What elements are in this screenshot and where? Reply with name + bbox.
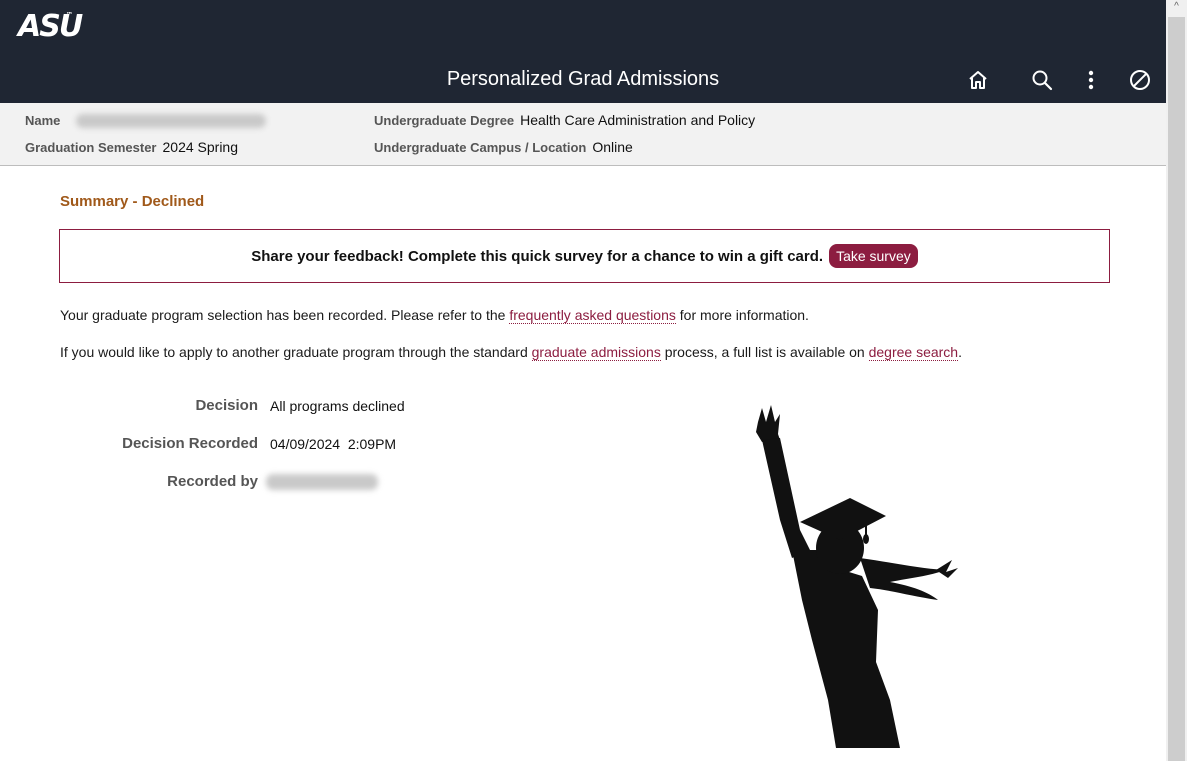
grad-semester-label: Graduation Semester: [25, 140, 157, 155]
redacted-name: [76, 114, 267, 129]
paragraph-text: process, a full list is available on: [660, 344, 869, 360]
recorded-by-value: [266, 473, 378, 491]
no-entry-icon[interactable]: [1128, 68, 1152, 92]
grad-semester-value: 2024 Spring: [162, 139, 239, 155]
redacted-recorder: [266, 473, 378, 490]
degree-search-link[interactable]: degree search: [868, 344, 959, 361]
app-title: Personalized Grad Admissions: [446, 68, 720, 90]
paragraph-text: for more information.: [675, 307, 809, 323]
ug-degree-value: Health Care Administration and Policy: [520, 112, 756, 128]
recorded-by-label: Recorded by: [167, 473, 258, 490]
graduate-admissions-link[interactable]: graduate admissions: [531, 344, 661, 361]
summary-title: Summary - Declined: [60, 193, 205, 210]
paragraph-text: If you would like to apply to another gr…: [60, 344, 532, 360]
ug-campus-row: Undergraduate Campus / Location Online: [374, 139, 633, 155]
decision-label: Decision: [195, 397, 258, 414]
paragraph-text: .: [958, 344, 962, 360]
scroll-up-arrow-icon[interactable]: ^: [1166, 0, 1187, 14]
ug-degree-row: Undergraduate Degree Health Care Administ…: [374, 112, 755, 128]
student-info-bar: Name Graduation Semester 2024 Spring Unde…: [0, 103, 1166, 166]
app-header: ASU ™ Personalized Grad Admissions: [0, 0, 1166, 103]
decision-recorded-value: 04/09/2024 2:09PM: [270, 436, 397, 452]
asu-logo[interactable]: ASU ™: [18, 9, 83, 44]
grad-semester-row: Graduation Semester 2024 Spring: [25, 139, 238, 155]
name-label: Name: [25, 113, 61, 128]
search-icon[interactable]: [1030, 68, 1054, 92]
graduate-silhouette-image: [740, 400, 970, 755]
take-survey-button[interactable]: Take survey: [829, 244, 918, 268]
vertical-scrollbar[interactable]: ^: [1166, 0, 1187, 761]
apply-paragraph: If you would like to apply to another gr…: [60, 344, 962, 361]
recorded-paragraph: Your graduate program selection has been…: [60, 307, 809, 324]
ug-degree-label: Undergraduate Degree: [374, 113, 515, 128]
decision-value: All programs declined: [270, 398, 405, 414]
scroll-thumb[interactable]: [1168, 17, 1185, 761]
faq-link[interactable]: frequently asked questions: [509, 307, 676, 324]
survey-text: Share your feedback! Complete this quick…: [251, 248, 824, 265]
ug-campus-label: Undergraduate Campus / Location: [374, 140, 587, 155]
name-row: Name: [25, 112, 267, 129]
paragraph-text: Your graduate program selection has been…: [60, 307, 510, 323]
ug-campus-value: Online: [592, 139, 633, 155]
more-vertical-icon[interactable]: [1079, 68, 1103, 92]
decision-recorded-label: Decision Recorded: [122, 435, 258, 452]
home-icon[interactable]: [966, 68, 990, 92]
survey-banner: Share your feedback! Complete this quick…: [59, 229, 1110, 283]
